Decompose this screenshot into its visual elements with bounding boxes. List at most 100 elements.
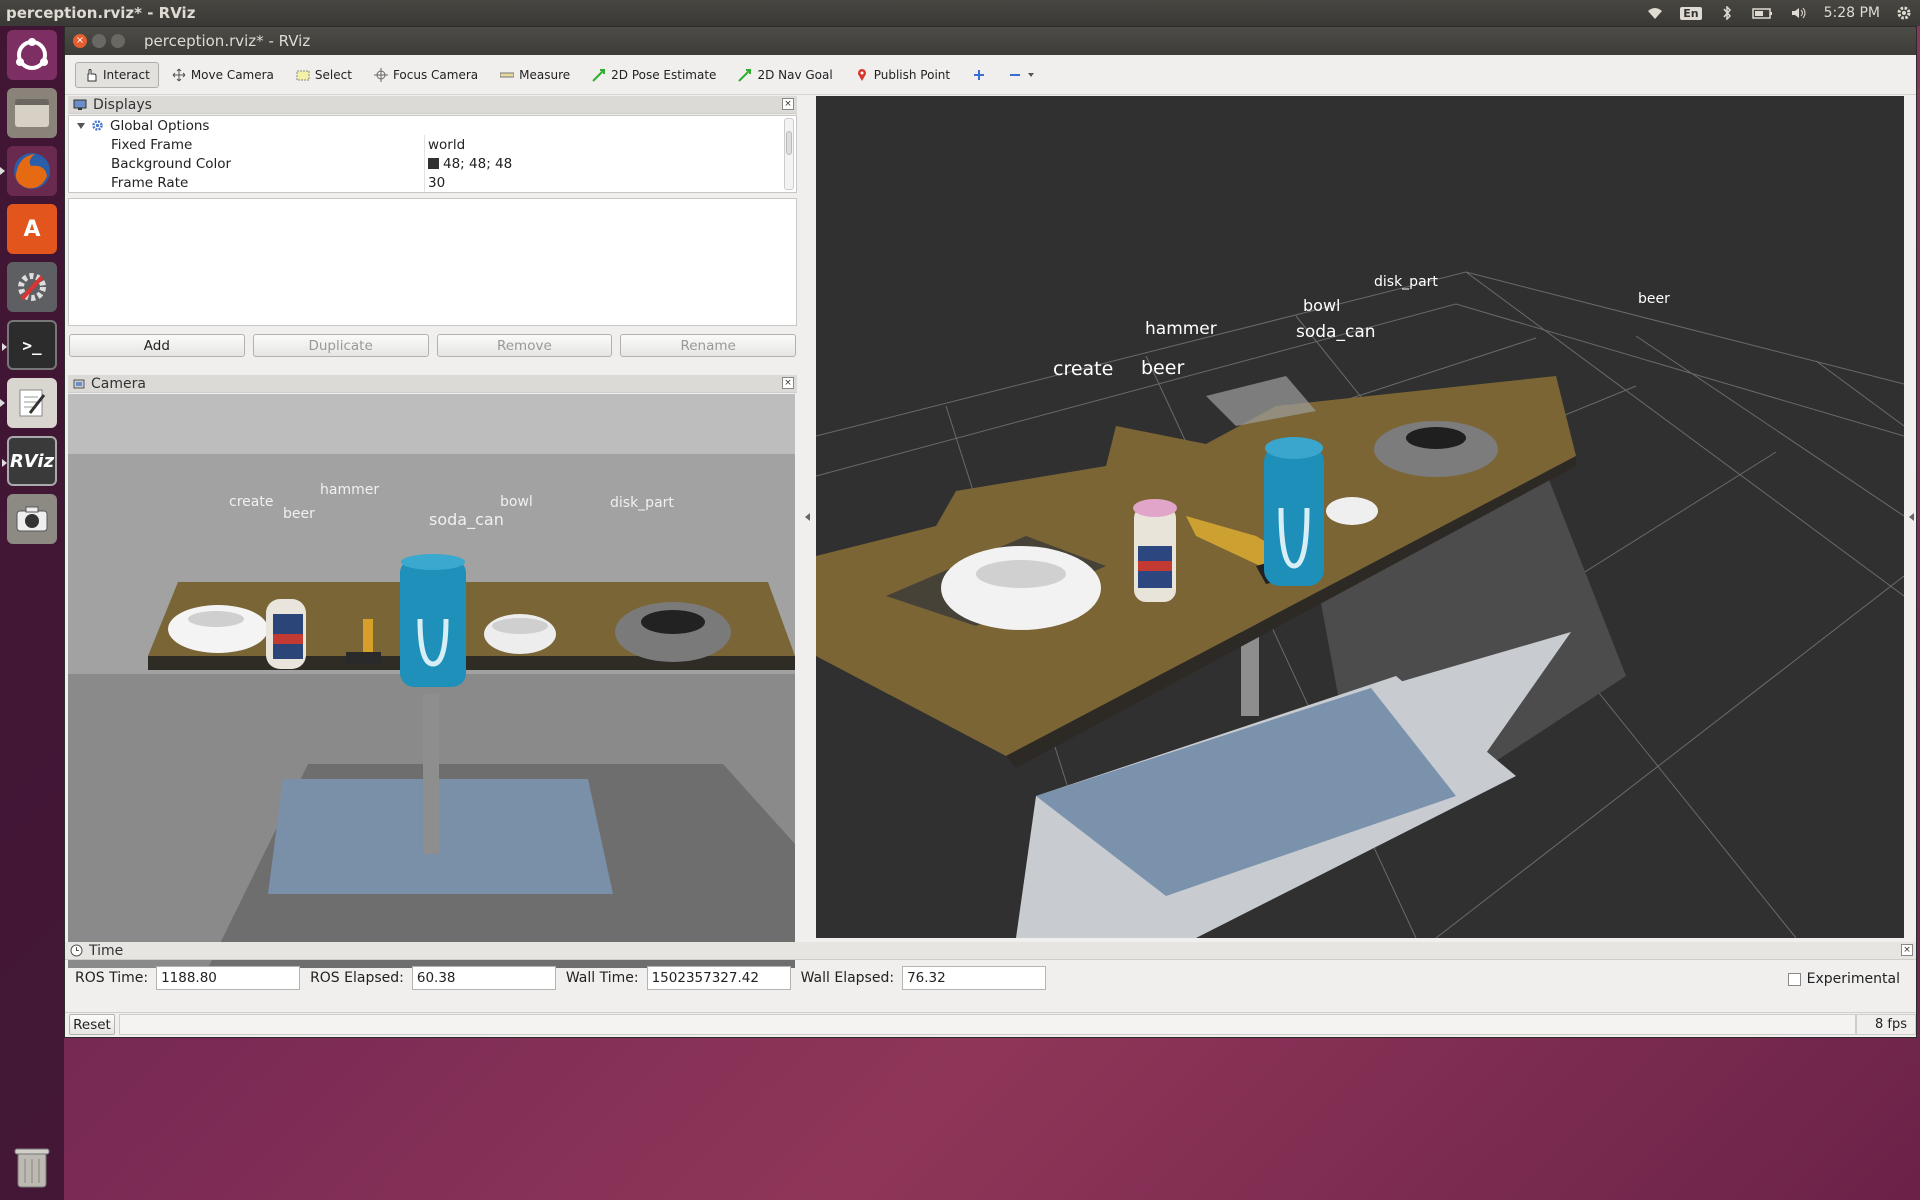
window-title: perception.rviz* - RViz <box>144 32 311 50</box>
minus-icon <box>1010 73 1021 76</box>
volume-icon[interactable] <box>1790 6 1808 20</box>
3d-object-label: beer <box>1141 357 1185 379</box>
desktop-top-panel: perception.rviz* - RViz En 5:28 PM <box>0 0 1920 26</box>
tool-interact[interactable]: Interact <box>75 61 159 88</box>
trash-icon[interactable] <box>7 1142 57 1192</box>
map-pin-icon <box>857 68 866 81</box>
3d-object-label: hammer <box>1145 319 1217 339</box>
text-editor-icon[interactable] <box>0 378 57 428</box>
tree-group-label: Global Options <box>110 117 210 134</box>
tool-label: Focus Camera <box>392 67 479 82</box>
wifi-icon[interactable] <box>1646 6 1664 20</box>
tool-select[interactable]: Select <box>287 62 361 88</box>
unity-launcher: A >_ RViz <box>0 26 64 1200</box>
camera-app-icon[interactable] <box>7 494 57 544</box>
time-panel-title: Time <box>89 942 124 959</box>
panel-close-button[interactable]: × <box>1901 944 1913 956</box>
tool-toolbar: Interact Move Camera Select Focus Camera… <box>65 55 1916 95</box>
tool-2d-pose-estimate[interactable]: 2D Pose Estimate <box>583 62 725 88</box>
tree-row-global-options[interactable]: Global Options <box>69 116 796 135</box>
tree-key: Frame Rate <box>111 174 189 191</box>
panel-close-button[interactable]: × <box>782 98 794 110</box>
tree-key: Fixed Frame <box>111 136 193 153</box>
tool-publish-point[interactable]: Publish Point <box>846 62 959 88</box>
tree-key: Background Color <box>111 155 232 172</box>
camera-panel: Camera × create beer hammer soda_can bow… <box>68 375 797 968</box>
add-tool-button[interactable] <box>963 62 995 88</box>
tree-value[interactable]: 30 <box>424 173 796 192</box>
gear-icon[interactable] <box>1896 5 1912 21</box>
ubuntu-dash-icon[interactable] <box>7 30 57 80</box>
displays-panel: Displays × Global Options Fixed Frame wo… <box>68 96 797 359</box>
tool-label: 2D Pose Estimate <box>611 67 717 82</box>
3d-scene <box>816 271 1904 938</box>
3d-object-label: disk_part <box>1374 274 1438 290</box>
tree-row-fixed-frame[interactable]: Fixed Frame world <box>69 135 796 154</box>
bluetooth-icon[interactable] <box>1718 6 1736 20</box>
camera-object-label: soda_can <box>429 510 504 529</box>
camera-object-label: disk_part <box>610 495 674 511</box>
tool-focus-camera[interactable]: Focus Camera <box>365 62 487 88</box>
experimental-toggle[interactable]: Experimental <box>1787 971 1900 987</box>
camera-image-view[interactable]: create beer hammer soda_can bowl disk_pa… <box>68 394 795 968</box>
experimental-checkbox[interactable] <box>1787 972 1801 986</box>
tool-move-camera[interactable]: Move Camera <box>163 62 283 88</box>
window-close-button[interactable]: × <box>73 34 87 48</box>
chevron-down-icon <box>1028 72 1035 77</box>
reset-button[interactable]: Reset <box>69 1014 115 1035</box>
add-display-button[interactable]: Add <box>69 334 245 357</box>
remove-display-button[interactable]: Remove <box>436 334 613 357</box>
3d-render-view[interactable]: disk_part bowl beer hammer soda_can crea… <box>816 96 1904 938</box>
panel-close-button[interactable]: × <box>782 377 794 389</box>
keyboard-language-indicator[interactable]: En <box>1680 6 1702 20</box>
expand-triangle-icon[interactable] <box>77 122 85 130</box>
splitter-right-arrow[interactable] <box>1909 513 1914 521</box>
tool-label: Measure <box>519 67 571 82</box>
camera-panel-title: Camera <box>91 375 146 392</box>
remove-tool-button[interactable] <box>999 62 1044 88</box>
tree-scrollbar[interactable] <box>784 118 794 190</box>
tool-2d-nav-goal[interactable]: 2D Nav Goal <box>729 62 841 88</box>
time-panel: Time × ROS Time: 1188.80 ROS Elapsed: 60… <box>65 942 1916 1036</box>
software-center-icon[interactable]: A <box>7 204 57 254</box>
tool-label: Publish Point <box>873 67 951 82</box>
window-minimize-button[interactable] <box>92 34 106 48</box>
tree-row-frame-rate[interactable]: Frame Rate 30 <box>69 173 796 192</box>
terminal-icon[interactable]: >_ <box>2 320 57 370</box>
camera-object-label: bowl <box>500 494 533 510</box>
duplicate-display-button[interactable]: Duplicate <box>252 334 429 357</box>
tree-row-background-color[interactable]: Background Color 48; 48; 48 <box>69 154 796 173</box>
splitter-left-arrow[interactable] <box>805 513 810 521</box>
hand-pointer-icon <box>87 68 97 81</box>
tree-value[interactable]: world <box>424 135 796 154</box>
system-settings-icon[interactable] <box>7 262 57 312</box>
rviz-icon[interactable]: RViz <box>2 436 57 486</box>
monitor-icon <box>73 99 87 110</box>
camera-panel-icon <box>73 379 85 388</box>
fps-readout: 8 fps <box>1856 1014 1916 1035</box>
wall-time-label: Wall Time: <box>565 970 639 986</box>
time-panel-header: Time × <box>65 942 1916 960</box>
display-buttons-row: Add Duplicate Remove Rename <box>68 334 797 358</box>
gear-icon <box>92 120 103 131</box>
firefox-icon[interactable] <box>0 146 57 196</box>
rviz-window: × perception.rviz* - RViz Interact Move … <box>64 26 1917 1038</box>
tree-value-color[interactable]: 48; 48; 48 <box>424 154 796 173</box>
ros-time-field[interactable]: 1188.80 <box>156 966 301 990</box>
select-rectangle-icon <box>296 70 310 80</box>
rename-display-button[interactable]: Rename <box>620 334 796 357</box>
status-row: Reset 8 fps <box>65 1012 1916 1036</box>
wall-time-field[interactable]: 1502357327.42 <box>646 966 791 990</box>
window-maximize-button[interactable] <box>111 34 125 48</box>
ros-elapsed-label: ROS Elapsed: <box>310 970 404 986</box>
camera-object-label: hammer <box>320 482 380 498</box>
rviz-launcher-label: RViz <box>9 450 55 472</box>
wall-elapsed-field[interactable]: 76.32 <box>902 966 1047 990</box>
camera-scene <box>68 394 795 968</box>
files-icon[interactable] <box>7 88 57 138</box>
battery-icon[interactable] <box>1751 6 1774 20</box>
displays-tree: Global Options Fixed Frame world Backgro… <box>68 115 797 193</box>
ros-elapsed-field[interactable]: 60.38 <box>411 966 556 990</box>
tool-measure[interactable]: Measure <box>491 62 579 88</box>
clock[interactable]: 5:28 PM <box>1824 5 1880 21</box>
